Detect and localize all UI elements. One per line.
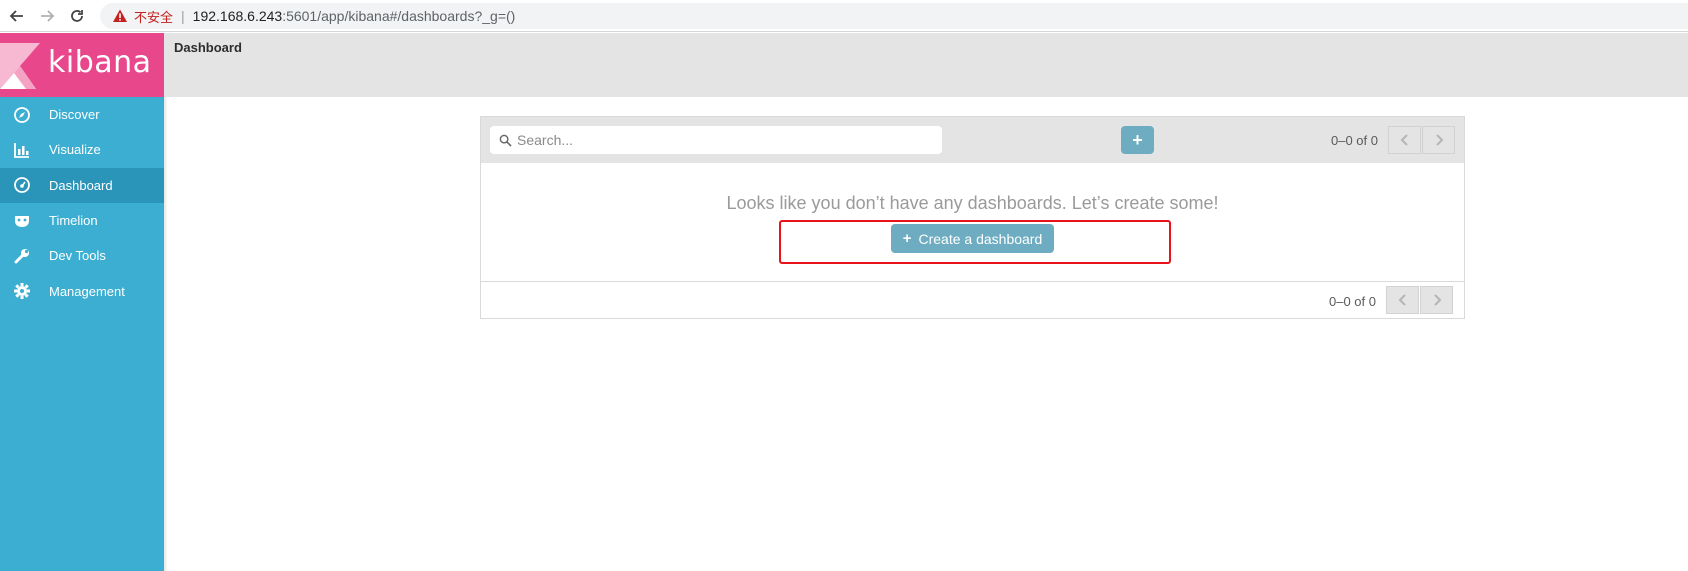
prev-page-button-top[interactable] xyxy=(1388,126,1421,154)
sidebar-item-label: Timelion xyxy=(49,213,98,229)
prev-page-button-bottom[interactable] xyxy=(1386,286,1419,314)
sidebar-item-label: Management xyxy=(49,283,125,299)
sidebar-item-label: Dev Tools xyxy=(49,248,106,264)
reload-icon[interactable] xyxy=(66,5,88,27)
warning-icon xyxy=(113,9,127,22)
chevron-left-icon xyxy=(1400,134,1408,146)
sidebar-item-management[interactable]: Management xyxy=(0,273,164,308)
app-topbar: Dashboard xyxy=(164,33,1688,97)
sidebar-item-dashboard[interactable]: Dashboard xyxy=(0,167,164,203)
add-dashboard-button[interactable]: + xyxy=(1121,126,1154,154)
url-host: 192.168.6.243 xyxy=(192,8,283,24)
dashboard-gauge-icon xyxy=(13,176,31,194)
sidebar-shadow xyxy=(164,97,168,571)
chevron-left-icon xyxy=(1398,294,1406,306)
listing-toolbar: + 0–0 of 0 xyxy=(481,117,1464,163)
insecure-label: 不安全 xyxy=(134,9,174,25)
empty-state-message: Looks like you don’t have any dashboards… xyxy=(726,193,1219,213)
dashboard-listing-panel: + 0–0 of 0 Looks like you don’t have any… xyxy=(480,116,1465,319)
highlight-annotation-box xyxy=(779,220,1171,264)
address-bar[interactable]: 不安全 | 192.168.6.243 :5601/app/kibana#/da… xyxy=(100,3,1688,29)
search-icon xyxy=(499,134,512,147)
bar-chart-icon xyxy=(13,141,31,159)
pager-count-bottom: 0–0 of 0 xyxy=(1329,294,1376,309)
timelion-mask-icon xyxy=(13,212,31,230)
sidebar-item-label: Dashboard xyxy=(49,177,113,193)
url-path: :5601/app/kibana#/dashboards?_g=() xyxy=(282,8,516,24)
sidebar-item-label: Discover xyxy=(49,107,100,123)
sidebar-item-label: Visualize xyxy=(49,142,101,158)
forward-arrow-icon[interactable] xyxy=(36,5,58,27)
chevron-right-icon xyxy=(1435,134,1443,146)
next-page-button-bottom[interactable] xyxy=(1420,286,1453,314)
sidebar-item-dev-tools[interactable]: Dev Tools xyxy=(0,238,164,273)
back-arrow-icon[interactable] xyxy=(6,5,28,27)
sidebar-item-timelion[interactable]: Timelion xyxy=(0,203,164,238)
kibana-logo-icon xyxy=(0,43,40,89)
wrench-icon xyxy=(13,247,31,265)
logo-text: kibana xyxy=(48,45,152,80)
sidebar-item-visualize[interactable]: Visualize xyxy=(0,132,164,167)
chevron-right-icon xyxy=(1433,294,1441,306)
address-separator: | xyxy=(181,8,185,24)
sidebar: kibana Discover Visualize Dashboard Time… xyxy=(0,33,164,571)
gear-icon xyxy=(13,282,31,300)
browser-toolbar: 不安全 | 192.168.6.243 :5601/app/kibana#/da… xyxy=(0,0,1688,32)
compass-icon xyxy=(13,106,31,124)
page-title: Dashboard xyxy=(174,40,242,55)
panel-divider xyxy=(481,281,1464,282)
kibana-logo[interactable]: kibana xyxy=(0,33,164,97)
sidebar-nav: Discover Visualize Dashboard Timelion De… xyxy=(0,97,164,309)
sidebar-item-discover[interactable]: Discover xyxy=(0,97,164,132)
search-input[interactable] xyxy=(517,132,917,148)
next-page-button-top[interactable] xyxy=(1422,126,1455,154)
search-box[interactable] xyxy=(490,126,942,154)
pager-count-top: 0–0 of 0 xyxy=(1331,133,1378,148)
